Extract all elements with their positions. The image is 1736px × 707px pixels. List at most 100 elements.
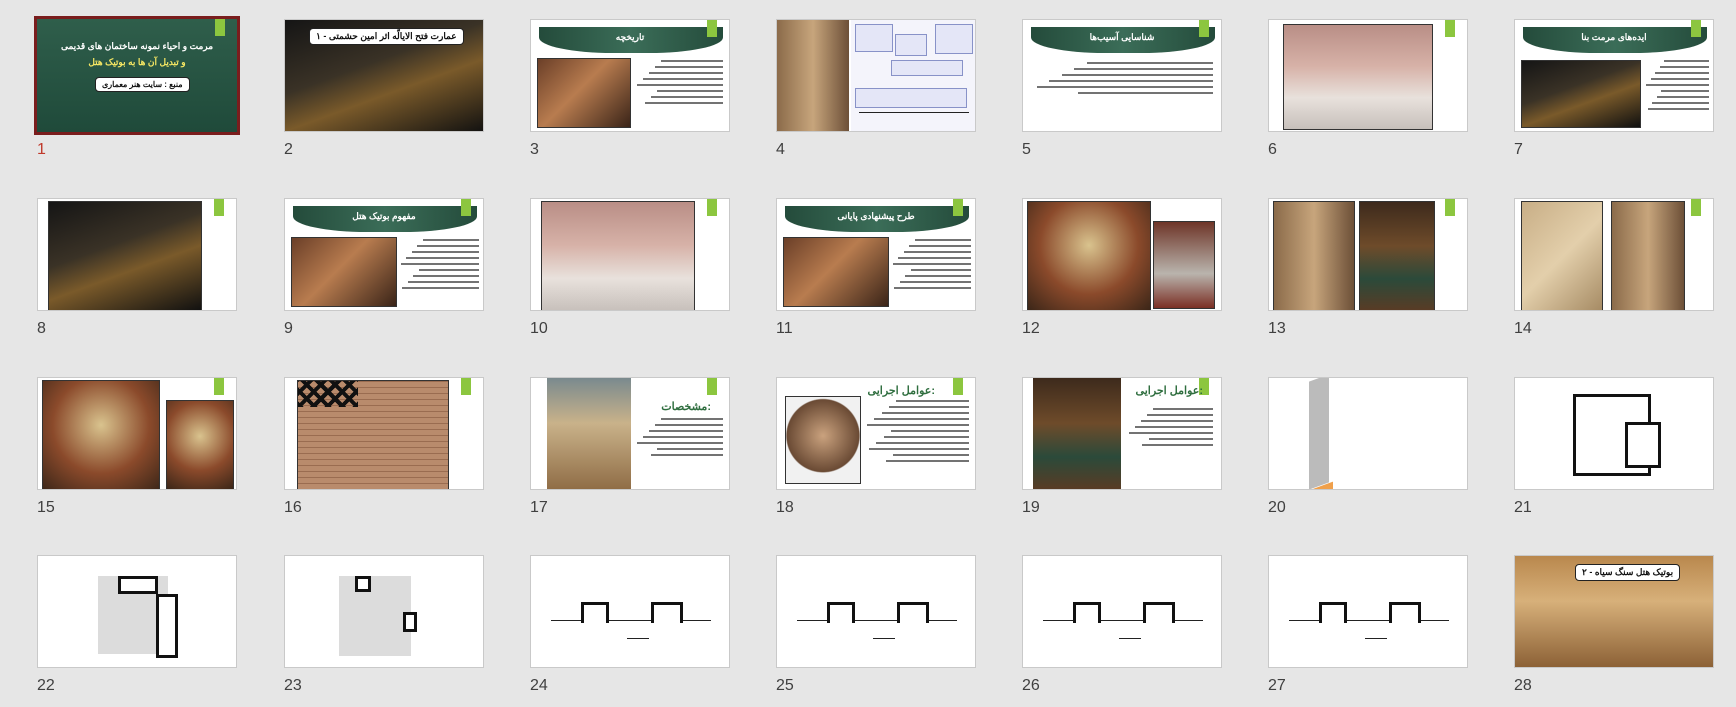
slide-cell: 24: [530, 555, 730, 705]
slide-thumbnail-1[interactable]: مرمت و احیاء نمونه ساختمان های قدیمی و تب…: [34, 16, 240, 135]
brick-wall-photo: [297, 380, 449, 489]
slide-cell: 15: [37, 377, 237, 527]
floor-plan: [118, 576, 158, 594]
slide-thumbnail-6[interactable]: [1268, 19, 1468, 132]
accent-tab: [1445, 199, 1455, 216]
accent-tab: [1199, 20, 1209, 37]
section-right: [1389, 602, 1421, 623]
slide-thumbnail-23[interactable]: [284, 555, 484, 668]
interior-photo: [537, 58, 631, 128]
slide-cell: ۲ - بوتیک هتل سنگ سیاه 28: [1514, 555, 1714, 705]
slide-thumbnail-4[interactable]: [776, 19, 976, 132]
slide-thumbnail-13[interactable]: [1268, 198, 1468, 311]
slide-thumbnail-11[interactable]: طرح پیشنهادی پایانی: [776, 198, 976, 311]
ground-line: [1043, 620, 1203, 621]
slide-thumbnail-12[interactable]: [1022, 198, 1222, 311]
slide-label: ۱ - عمارت فتح الایالّه اثر امین حشمتی: [309, 28, 464, 45]
slide-title: ایده‌های مرمت بنا: [1581, 32, 1647, 42]
slide-number: 2: [284, 141, 293, 158]
slide-thumbnail-15[interactable]: [37, 377, 237, 490]
slide-thumbnail-28[interactable]: ۲ - بوتیک هتل سنگ سیاه: [1514, 555, 1714, 668]
isometric-drawing: [1309, 378, 1429, 489]
slide-number: 7: [1514, 141, 1523, 158]
slide-title: مشخصات:: [661, 401, 711, 413]
iso-block: [1309, 378, 1329, 489]
slide-thumbnail-20[interactable]: [1268, 377, 1468, 490]
slide-cell: 10: [530, 198, 730, 348]
slide-title: شناسایی آسیب‌ها: [1089, 32, 1155, 42]
slide-thumbnail-5[interactable]: شناسایی آسیب‌ها: [1022, 19, 1222, 132]
ground-line: [797, 620, 957, 621]
slide-thumbnail-3[interactable]: تاریخچه: [530, 19, 730, 132]
slide-cell: تاریخچه 3: [530, 19, 730, 169]
slide-number: 22: [37, 677, 55, 694]
slide-thumbnail-17[interactable]: مشخصات:: [530, 377, 730, 490]
text-lines: [635, 418, 723, 460]
slide-cell: 21: [1514, 377, 1714, 527]
slide-cell: 6: [1268, 19, 1468, 169]
slide-thumbnail-9[interactable]: مفهوم بوتیک هتل: [284, 198, 484, 311]
slide-thumbnail-14[interactable]: [1514, 198, 1714, 311]
slide-thumbnail-10[interactable]: [530, 198, 730, 311]
flow-node: [895, 34, 927, 56]
slide-title: عوامل اجرایی:: [867, 385, 935, 397]
accent-tab: [1691, 199, 1701, 216]
slide-cell: ۱ - عمارت فتح الایالّه اثر امین حشمتی 2: [284, 19, 484, 169]
slide-thumbnail-2[interactable]: ۱ - عمارت فتح الایالّه اثر امین حشمتی: [284, 19, 484, 132]
slide-number: 17: [530, 499, 548, 516]
text-lines: [1645, 60, 1709, 114]
slide-number: 13: [1268, 320, 1286, 337]
slide-number: 23: [284, 677, 302, 694]
slide-cell: مشخصات: 17: [530, 377, 730, 527]
slide-cell: مفهوم بوتیک هتل 9: [284, 198, 484, 348]
slide-number: 15: [37, 499, 55, 516]
bathroom-photo: [1153, 221, 1215, 309]
slide-thumbnail-26[interactable]: [1022, 555, 1222, 668]
slide-thumbnail-27[interactable]: [1268, 555, 1468, 668]
scale-bar: [873, 638, 895, 639]
section-right: [897, 602, 929, 623]
accent-tab: [707, 199, 717, 216]
accent-tab: [214, 378, 224, 395]
lattice-pattern: [298, 381, 358, 407]
flow-node: [855, 88, 967, 108]
slide-thumbnail-19[interactable]: عوامل اجرایی:: [1022, 377, 1222, 490]
arch-photo-left: [1273, 201, 1355, 310]
accent-tab: [953, 199, 963, 216]
arches-photo: [541, 201, 695, 310]
slide-cell: 22: [37, 555, 237, 705]
room-photo: [291, 237, 397, 307]
floor-plan-wing: [1625, 422, 1661, 468]
slide-cell: مرمت و احیاء نمونه ساختمان های قدیمی و تب…: [34, 16, 240, 169]
corridor-photo: [48, 201, 202, 310]
title-line-1: مرمت و احیاء نمونه ساختمان های قدیمی: [60, 41, 214, 51]
door-photo: [1033, 378, 1121, 489]
accent-tab: [461, 378, 471, 395]
slide-thumbnail-7[interactable]: ایده‌های مرمت بنا: [1514, 19, 1714, 132]
accent-tab: [707, 378, 717, 395]
accent-tab: [707, 20, 717, 37]
scale-bar: [627, 638, 649, 639]
section-left: [581, 602, 609, 623]
slide-number: 21: [1514, 499, 1532, 516]
slide-thumbnail-16[interactable]: [284, 377, 484, 490]
slide-thumbnail-25[interactable]: [776, 555, 976, 668]
slide-thumbnail-8[interactable]: [37, 198, 237, 311]
slide-cell: عوامل اجرایی: 19: [1022, 377, 1222, 527]
slide-cell: 16: [284, 377, 484, 527]
slide-thumbnail-24[interactable]: [530, 555, 730, 668]
flow-line: [859, 112, 969, 113]
slide-cell: عوامل اجرایی: 18: [776, 377, 976, 527]
slide-number: 25: [776, 677, 794, 694]
accent-tab: [1445, 20, 1455, 37]
slide-number: 28: [1514, 677, 1532, 694]
courtyard-photo: [547, 378, 631, 489]
slide-number: 26: [1022, 677, 1040, 694]
slide-cell: 12: [1022, 198, 1222, 348]
slide-cell: 14: [1514, 198, 1714, 348]
slide-title: مفهوم بوتیک هتل: [352, 211, 416, 221]
slide-thumbnail-21[interactable]: [1514, 377, 1714, 490]
slide-title: تاریخچه: [615, 32, 645, 42]
slide-thumbnail-22[interactable]: [37, 555, 237, 668]
slide-thumbnail-18[interactable]: عوامل اجرایی:: [776, 377, 976, 490]
